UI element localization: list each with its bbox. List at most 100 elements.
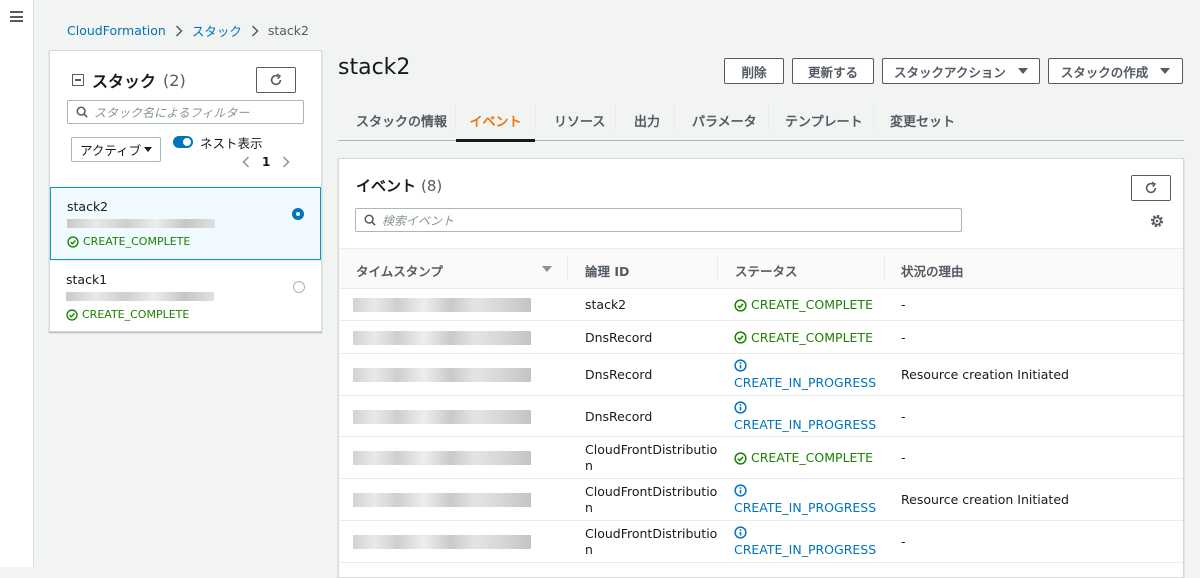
stack-list-header: スタック (2): [72, 68, 186, 92]
stack-name: stack2: [67, 199, 109, 214]
nav-rail: [0, 0, 34, 567]
event-search-input[interactable]: 検索イベント: [355, 208, 962, 232]
breadcrumb-cloudformation[interactable]: CloudFormation: [67, 23, 166, 38]
caret-down-icon: [1017, 68, 1028, 74]
status-cell: CREATE_IN_PROGRESS: [734, 484, 876, 516]
stack-pagination: 1: [242, 155, 290, 169]
col-status[interactable]: ステータス: [735, 261, 798, 280]
update-button[interactable]: 更新する: [792, 58, 874, 84]
check-circle-icon: [66, 308, 78, 321]
table-row: DnsRecord CREATE_COMPLETE -: [339, 321, 1183, 354]
stack-status-text: CREATE_COMPLETE: [82, 308, 190, 321]
logical-id-text: DnsRecord: [585, 329, 653, 345]
table-row: DnsRecord CREATE_IN_PROGRESS Resource crea…: [339, 354, 1183, 396]
breadcrumb-current: stack2: [267, 23, 309, 38]
status-cell: CREATE_COMPLETE: [734, 297, 873, 313]
refresh-icon: [270, 73, 282, 86]
stack-radio-selected[interactable]: [292, 208, 304, 220]
caret-down-icon: [1160, 68, 1171, 74]
table-row: DnsRecord CREATE_IN_PROGRESS -: [339, 396, 1183, 437]
chevron-right-icon: [175, 24, 183, 37]
status-text: CREATE_IN_PROGRESS: [734, 416, 877, 432]
redacted-timestamp: [353, 368, 531, 382]
status-filter-select[interactable]: アクティブ: [71, 137, 161, 162]
nested-view-label: ネスト表示: [200, 136, 263, 151]
stack-actions-label: スタックアクション: [894, 64, 1006, 80]
tab-outputs[interactable]: 出力: [634, 100, 660, 141]
logical-id-text: n: [585, 542, 593, 557]
logical-id-text: stack2: [585, 297, 627, 312]
tab-parameters[interactable]: パラメータ: [692, 100, 757, 141]
status-text: CREATE_IN_PROGRESS: [734, 542, 877, 557]
reason-cell: -: [901, 329, 906, 345]
status-cell: CREATE_IN_PROGRESS: [734, 400, 877, 433]
status-text: CREATE_COMPLETE: [751, 329, 873, 345]
chevron-right-icon[interactable]: [282, 156, 290, 168]
redacted-stack-id: [66, 292, 214, 301]
events-header: イベント (8): [356, 175, 442, 196]
col-reason[interactable]: 状況の理由: [901, 261, 964, 280]
refresh-stacks-button[interactable]: [256, 67, 296, 93]
tab-resources[interactable]: リソース: [554, 100, 605, 141]
stack-item-stack2[interactable]: stack2 CREATE_COMPLETE: [50, 187, 321, 260]
page-number[interactable]: 1: [262, 155, 270, 169]
stack-filter-placeholder: スタック名によるフィルター: [94, 105, 250, 120]
caret-down-icon: [144, 147, 152, 152]
status-text: CREATE_IN_PROGRESS: [734, 375, 877, 390]
hamburger-icon[interactable]: [10, 11, 23, 22]
status-cell: CREATE_IN_PROGRESS: [734, 359, 876, 391]
stack-radio[interactable]: [293, 281, 305, 293]
info-circle-icon: [734, 526, 747, 539]
check-circle-icon: [734, 451, 747, 465]
redacted-timestamp: [353, 451, 531, 465]
collapse-icon[interactable]: [72, 74, 84, 86]
reason-cell: Resource creation Initiated: [901, 492, 1069, 507]
stack-actions-button[interactable]: スタックアクション: [882, 58, 1040, 84]
page-title: stack2: [338, 55, 411, 80]
redacted-timestamp: [353, 409, 531, 424]
logical-id-cell: CloudFrontDistributio n: [585, 484, 717, 516]
nested-view-toggle[interactable]: [173, 136, 193, 148]
stack-status: CREATE_COMPLETE: [66, 308, 305, 321]
refresh-icon: [1145, 181, 1157, 194]
chevron-right-icon: [251, 24, 259, 37]
tab-template[interactable]: テンプレート: [785, 100, 863, 141]
delete-button[interactable]: 削除: [724, 58, 784, 84]
breadcrumb-stacks[interactable]: スタック: [192, 21, 242, 40]
redacted-timestamp: [353, 493, 531, 507]
info-circle-icon: [734, 400, 747, 414]
tab-events[interactable]: イベント: [456, 100, 535, 142]
status-cell: CREATE_COMPLETE: [734, 450, 873, 466]
create-stack-button[interactable]: スタックの作成: [1048, 58, 1183, 84]
reason-cell: -: [901, 534, 906, 549]
events-table-header: タイムスタンプ 論理 ID ステータス 状況の理由: [339, 248, 1183, 289]
logical-id-cell: DnsRecord: [585, 409, 652, 425]
tab-stack-info[interactable]: スタックの情報: [356, 100, 447, 141]
status-text: CREATE_COMPLETE: [751, 297, 873, 312]
stack-filter-input[interactable]: スタック名によるフィルター: [67, 100, 304, 124]
col-logical-id[interactable]: 論理 ID: [585, 261, 629, 280]
logical-id-text: CloudFrontDistributio: [585, 484, 718, 499]
tab-bar: スタックの情報 イベント リソース 出力 パラメータ テンプレート 変更セット: [338, 100, 1184, 142]
events-title: イベント: [356, 177, 417, 195]
stack-item-stack1[interactable]: stack1 CREATE_COMPLETE: [50, 260, 321, 333]
sort-desc-icon[interactable]: [542, 266, 552, 272]
status-cell: CREATE_IN_PROGRESS: [734, 526, 876, 558]
col-timestamp[interactable]: タイムスタンプ: [356, 261, 443, 280]
stack-list-title: スタック: [92, 72, 157, 91]
stack-count: (2): [163, 70, 186, 90]
create-stack-label: スタックの作成: [1060, 64, 1149, 80]
tab-change-sets[interactable]: 変更セット: [890, 100, 955, 141]
table-row: CloudFrontDistributio n CREATE_IN_PROGRESS…: [339, 521, 1183, 563]
logical-id-cell: CloudFrontDistributio n: [585, 442, 717, 474]
refresh-events-button[interactable]: [1131, 175, 1171, 201]
status-text: CREATE_COMPLETE: [751, 450, 873, 465]
redacted-timestamp: [353, 298, 531, 312]
check-circle-icon: [734, 298, 747, 312]
status-filter-value: アクティブ: [80, 143, 142, 158]
check-circle-icon: [67, 235, 79, 248]
table-row: stack2 CREATE_COMPLETE -: [339, 289, 1183, 321]
chevron-left-icon[interactable]: [242, 156, 250, 168]
logical-id-text: CloudFrontDistributio: [585, 442, 718, 457]
gear-icon[interactable]: [1149, 213, 1165, 229]
